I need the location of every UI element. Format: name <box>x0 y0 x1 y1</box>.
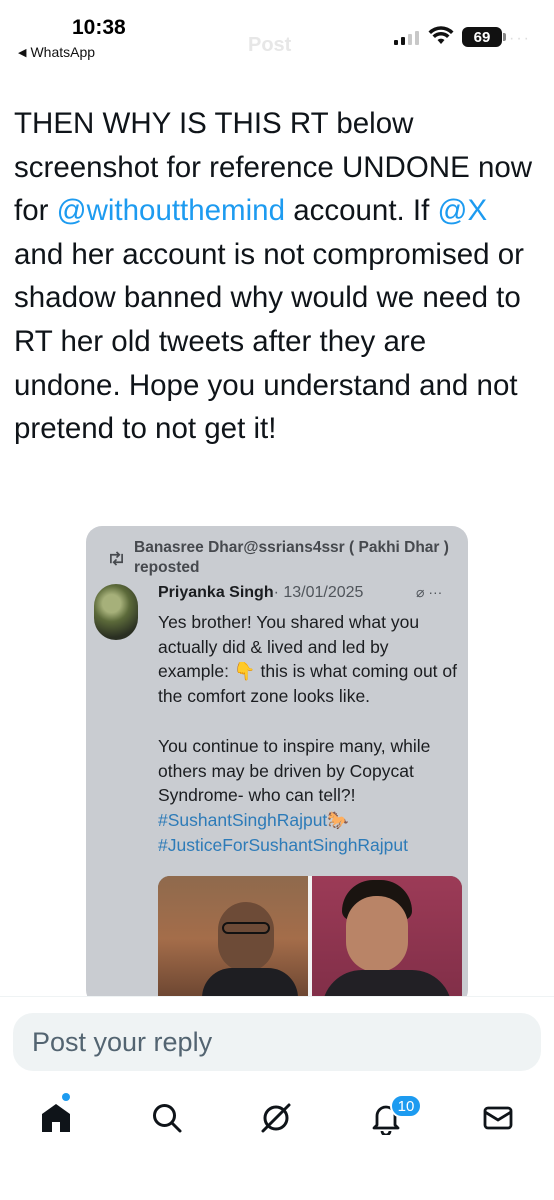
media-photo-right <box>312 876 462 1006</box>
mention-link[interactable]: @X <box>438 194 488 227</box>
header-title: Post <box>248 34 292 56</box>
more-options-icon[interactable]: ··· <box>509 30 531 48</box>
nav-home[interactable] <box>34 1096 78 1140</box>
search-icon <box>153 1104 182 1133</box>
post-text: THEN WHY IS THIS RT below screenshot for… <box>14 102 540 451</box>
reply-bar <box>0 996 554 1076</box>
repost-label: Banasree Dhar@ssrians4ssr ( Pakhi Dhar )… <box>110 538 454 578</box>
cellular-signal-icon <box>394 30 419 45</box>
author-name: Priyanka Singh <box>158 584 274 601</box>
notification-count-badge: 10 <box>390 1094 422 1118</box>
home-unread-dot <box>62 1093 70 1101</box>
wifi-icon <box>428 26 454 44</box>
back-app-label: WhatsApp <box>30 44 96 60</box>
bottom-nav <box>0 1076 554 1200</box>
embedded-screenshot[interactable]: Banasree Dhar@ssrians4ssr ( Pakhi Dhar )… <box>86 526 468 1006</box>
embedded-paragraph-1: Yes brother! You shared what you actuall… <box>158 612 458 707</box>
tweet-date: · 13/01/2025 <box>273 584 364 601</box>
mention-link[interactable]: @withoutthemind <box>57 194 285 227</box>
nav-grok[interactable] <box>254 1096 298 1140</box>
hashtag-2: #JusticeForSushantSinghRajput <box>158 834 409 855</box>
status-time: 10:38 <box>72 16 126 39</box>
embedded-media-image <box>158 876 462 1006</box>
status-bar: 10:38 ◀ WhatsApp Post 69 ··· <box>0 0 554 72</box>
battery-indicator: 69 <box>462 27 502 47</box>
repost-text: Banasree Dhar@ssrians4ssr ( Pakhi Dhar )… <box>134 539 449 576</box>
avatar <box>94 584 138 640</box>
post-text-segment: and her account is not compromised or sh… <box>14 237 524 446</box>
post-text-segment: account. If <box>285 194 438 228</box>
grok-icon <box>261 1103 291 1133</box>
back-arrow-icon: ◀ <box>18 46 27 59</box>
nav-search[interactable] <box>145 1096 189 1140</box>
back-to-app-link[interactable]: ◀ WhatsApp <box>18 44 95 60</box>
nav-messages[interactable] <box>476 1096 520 1140</box>
retweet-icon <box>110 551 123 566</box>
embedded-paragraph-2: You continue to inspire many, while othe… <box>158 735 431 806</box>
embedded-author-line: Priyanka Singh· 13/01/2025 <box>158 584 363 602</box>
embedded-tweet-body: Yes brother! You shared what you actuall… <box>158 610 464 857</box>
media-photo-left <box>158 876 308 1006</box>
battery-tip <box>503 33 506 41</box>
mail-icon <box>483 1106 513 1130</box>
hashtag-1: #SushantSinghRajput🐎 <box>158 809 350 830</box>
reply-input[interactable] <box>13 1013 541 1071</box>
embedded-more-icon: ⌀ ··· <box>416 584 443 600</box>
home-icon <box>42 1104 70 1132</box>
